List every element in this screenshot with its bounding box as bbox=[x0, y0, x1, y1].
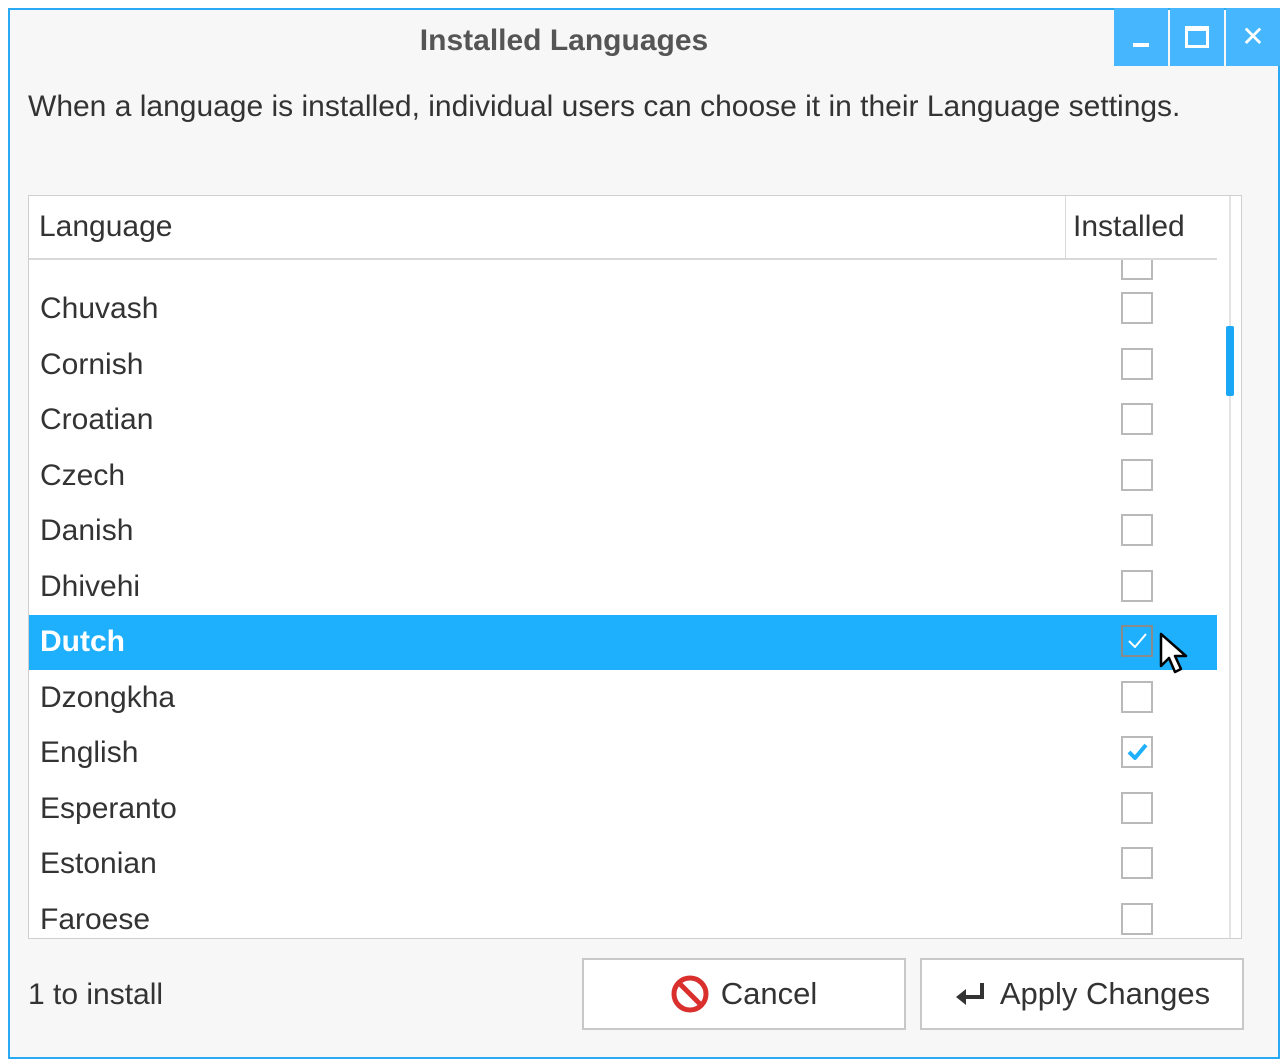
minimize-button[interactable] bbox=[1114, 8, 1168, 66]
list-item[interactable]: Danish bbox=[29, 504, 1217, 559]
installed-checkbox[interactable] bbox=[1121, 292, 1153, 324]
cancel-label: Cancel bbox=[720, 976, 818, 1011]
check-icon bbox=[1128, 633, 1147, 648]
minimize-icon bbox=[1133, 43, 1149, 47]
maximize-icon bbox=[1185, 26, 1209, 48]
language-name: Esperanto bbox=[40, 791, 177, 825]
list-header: Language Installed bbox=[29, 196, 1217, 260]
list-item[interactable]: Estonian bbox=[29, 837, 1217, 892]
close-button[interactable]: ✕ bbox=[1226, 8, 1280, 66]
installed-checkbox[interactable] bbox=[1121, 458, 1153, 491]
stop-icon bbox=[671, 975, 709, 1013]
scrollbar-line bbox=[1229, 196, 1231, 938]
cancel-button[interactable]: Cancel bbox=[582, 958, 906, 1030]
language-name: Czech bbox=[40, 458, 126, 492]
installed-checkbox[interactable] bbox=[1121, 569, 1153, 602]
installed-checkbox[interactable] bbox=[1121, 680, 1153, 713]
scrollbar-thumb[interactable] bbox=[1226, 326, 1234, 396]
column-header-language[interactable]: Language bbox=[39, 210, 172, 244]
apply-changes-button[interactable]: Apply Changes bbox=[920, 958, 1244, 1030]
list-item[interactable]: Dutch bbox=[29, 615, 1217, 670]
mouse-cursor-icon bbox=[1158, 632, 1192, 681]
apply-label: Apply Changes bbox=[999, 976, 1211, 1011]
list-item[interactable]: Czech bbox=[29, 449, 1217, 504]
installed-checkbox[interactable] bbox=[1121, 847, 1153, 879]
titlebar[interactable]: Installed Languages ✕ bbox=[10, 8, 1280, 70]
installed-checkbox[interactable] bbox=[1121, 347, 1153, 380]
list-item[interactable]: Cornish bbox=[29, 338, 1217, 393]
language-name: Faroese bbox=[40, 902, 151, 936]
installed-checkbox[interactable] bbox=[1121, 625, 1153, 657]
list-item[interactable]: Faroese bbox=[29, 893, 1217, 937]
scrollbar[interactable] bbox=[1225, 196, 1239, 938]
installed-checkbox[interactable] bbox=[1121, 403, 1153, 435]
list-item[interactable]: Esperanto bbox=[29, 782, 1217, 837]
column-header-installed[interactable]: Installed bbox=[1073, 210, 1185, 244]
language-name: Danish bbox=[40, 514, 134, 547]
list-item[interactable]: Chuvash bbox=[29, 282, 1217, 337]
description-text: When a language is installed, individual… bbox=[28, 90, 1181, 123]
check-icon bbox=[1127, 743, 1148, 760]
installed-checkbox[interactable] bbox=[1121, 514, 1153, 546]
language-name: English bbox=[40, 736, 139, 769]
language-name: Cornish bbox=[40, 347, 144, 381]
language-list[interactable]: Language Installed Chuvash Cornish Croatia… bbox=[28, 195, 1242, 939]
language-name: Dhivehi bbox=[40, 569, 141, 603]
language-name: Dzongkha bbox=[40, 680, 176, 714]
list-rows: Chuvash Cornish Croatian Czech Danish Dhivehi… bbox=[29, 260, 1217, 936]
installed-checkbox[interactable] bbox=[1121, 736, 1153, 768]
close-icon: ✕ bbox=[1241, 20, 1265, 53]
window-title: Installed Languages bbox=[419, 24, 709, 57]
row-checkbox[interactable] bbox=[1121, 260, 1153, 280]
language-name: Dutch bbox=[40, 625, 125, 658]
column-divider[interactable] bbox=[1065, 196, 1066, 258]
list-item[interactable]: English bbox=[29, 726, 1217, 781]
list-item[interactable]: Dzongkha bbox=[29, 671, 1217, 726]
language-name: Estonian bbox=[40, 847, 157, 880]
list-item[interactable]: Croatian bbox=[29, 393, 1217, 448]
maximize-button[interactable] bbox=[1170, 8, 1224, 66]
installed-checkbox[interactable] bbox=[1121, 902, 1153, 935]
list-item[interactable]: Dhivehi bbox=[29, 560, 1217, 615]
status-text: 1 to install bbox=[28, 978, 164, 1011]
installed-checkbox[interactable] bbox=[1121, 791, 1153, 824]
language-name: Chuvash bbox=[40, 292, 159, 325]
language-name: Croatian bbox=[40, 403, 154, 436]
window-controls: ✕ bbox=[1114, 8, 1280, 66]
enter-icon bbox=[954, 979, 988, 1009]
